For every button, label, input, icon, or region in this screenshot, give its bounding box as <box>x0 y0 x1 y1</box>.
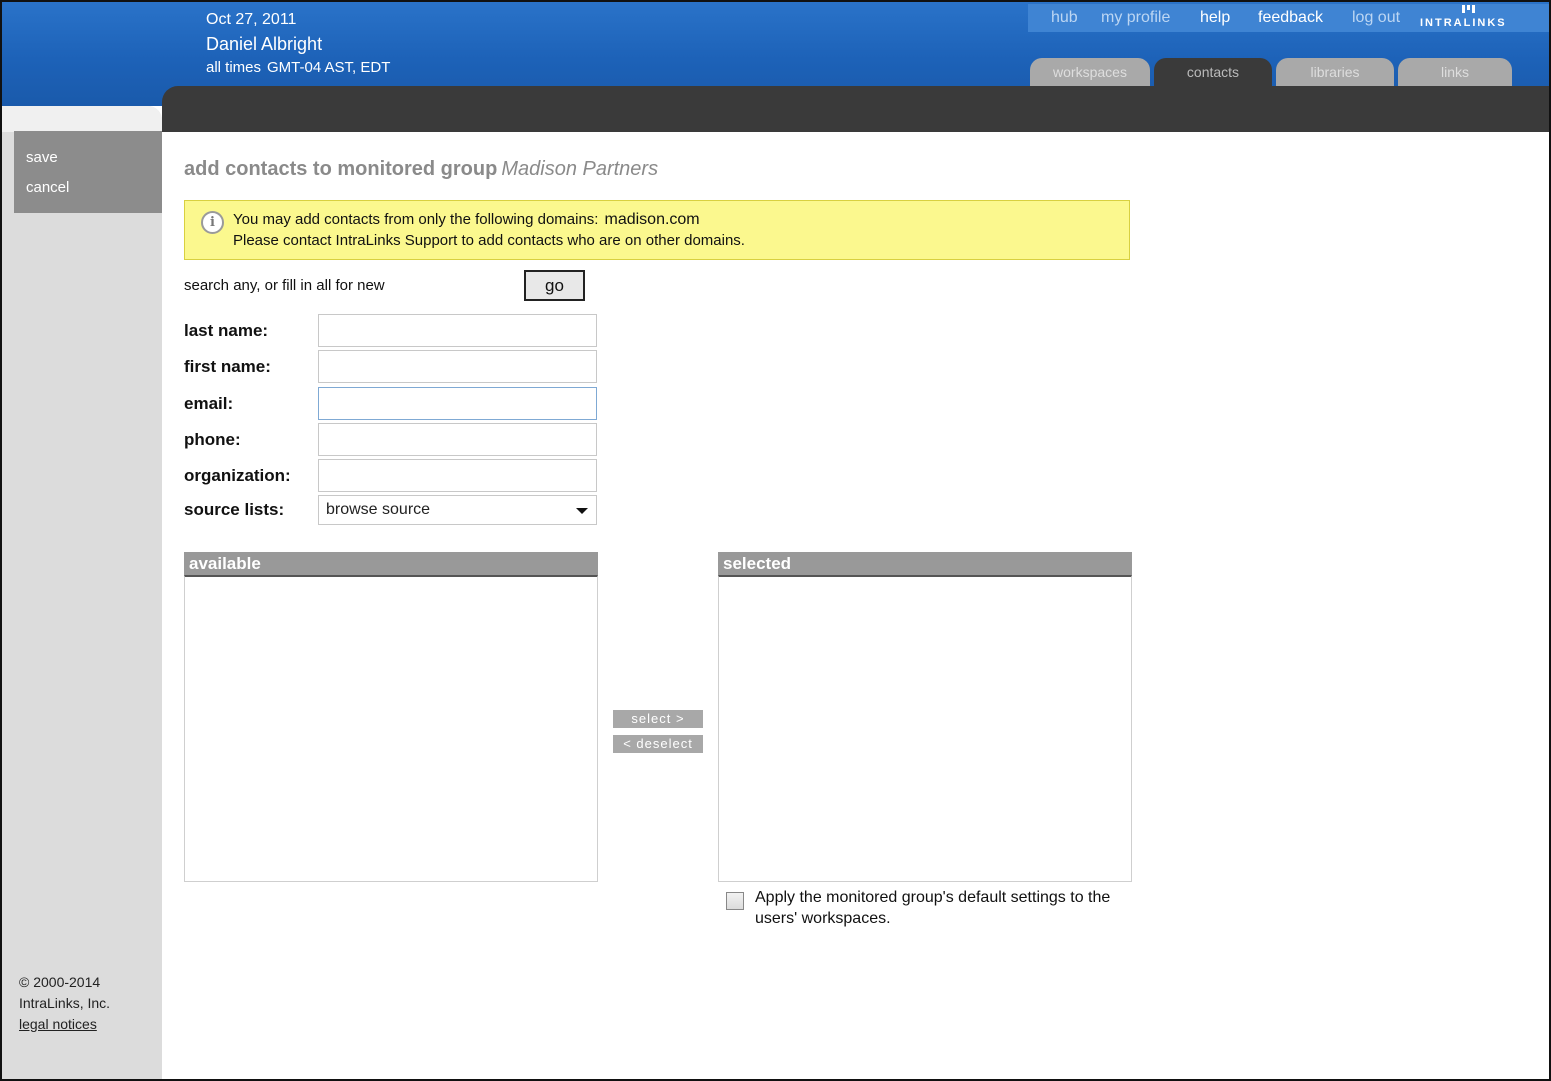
nav-log-out-link[interactable]: log out <box>1352 9 1400 27</box>
sidebar-actions: save cancel <box>14 131 162 213</box>
organization-label: organization: <box>184 466 291 485</box>
nav-help-link[interactable]: help <box>1200 9 1230 27</box>
logo-mark-icon <box>1462 5 1476 13</box>
timezone-value: GMT-04 AST, EDT <box>267 59 391 76</box>
logo-text: INTRALINKS <box>1420 17 1507 29</box>
tab-workspaces[interactable]: workspaces <box>1030 58 1150 88</box>
source-lists-value: browse source <box>326 501 431 518</box>
tab-libraries[interactable]: libraries <box>1276 58 1394 88</box>
page-title: add contacts to monitored group Madison P… <box>184 158 658 181</box>
legal-notices-link[interactable]: legal notices <box>19 1014 110 1035</box>
nav-hub-link[interactable]: hub <box>1051 9 1078 27</box>
group-name: Madison Partners <box>501 158 659 180</box>
first-name-label: first name: <box>184 357 271 376</box>
notice-text: You may add contacts from only the follo… <box>233 211 599 228</box>
user-name: Daniel Albright <box>206 34 323 54</box>
notice-line-1: You may add contacts from only the follo… <box>233 211 700 229</box>
last-name-label: last name: <box>184 321 269 340</box>
select-button[interactable]: select > <box>613 710 703 728</box>
current-date: Oct 27, 2011 <box>206 11 297 28</box>
page-title-text: add contacts to monitored group <box>184 158 498 180</box>
save-button[interactable]: save <box>26 149 58 166</box>
tab-links[interactable]: links <box>1398 58 1512 88</box>
allowed-domain: madison.com <box>604 211 700 228</box>
company-name: IntraLinks, Inc. <box>19 995 111 1011</box>
header-info: Oct 27, 2011 Daniel Albright all times GM… <box>206 10 390 78</box>
info-icon: i <box>201 211 224 234</box>
email-input[interactable] <box>318 387 597 420</box>
last-name-input[interactable] <box>318 314 597 347</box>
app-frame: Oct 27, 2011 Daniel Albright all times GM… <box>0 0 1551 1081</box>
nav-feedback-link[interactable]: feedback <box>1258 9 1323 27</box>
intralinks-logo: INTRALINKS <box>1420 5 1518 31</box>
domain-notice: i You may add contacts from only the fol… <box>184 200 1130 260</box>
chevron-down-icon <box>576 508 588 514</box>
selected-list[interactable] <box>718 575 1132 882</box>
available-list[interactable] <box>184 575 598 882</box>
source-lists-select[interactable]: browse source <box>318 495 597 525</box>
go-button[interactable]: go <box>524 270 585 301</box>
apply-defaults-checkbox[interactable] <box>726 892 744 910</box>
apply-defaults-label: Apply the monitored group's default sett… <box>755 889 1111 927</box>
tab-contacts[interactable]: contacts <box>1154 58 1272 88</box>
selected-header: selected <box>718 552 1132 576</box>
notice-line-2: Please contact IntraLinks Support to add… <box>233 232 745 249</box>
deselect-button[interactable]: < deselect <box>613 735 703 753</box>
cancel-button[interactable]: cancel <box>26 179 69 196</box>
organization-input[interactable] <box>318 459 597 492</box>
timezone: all times GMT-04 AST, EDT <box>206 58 390 78</box>
first-name-input[interactable] <box>318 350 597 383</box>
nav-my-profile-link[interactable]: my profile <box>1101 9 1170 27</box>
search-hint: search any, or fill in all for new <box>184 277 385 294</box>
main-content: add contacts to monitored group Madison P… <box>162 132 1549 1079</box>
email-label: email: <box>184 394 234 413</box>
source-lists-label: source lists: <box>184 500 285 519</box>
copyright: © 2000-2014 <box>19 974 101 990</box>
top-nav: hub my profile help feedback log out INT… <box>1028 4 1549 32</box>
sidebar-top <box>2 106 162 132</box>
phone-input[interactable] <box>318 423 597 456</box>
timezone-label: all times <box>206 59 262 76</box>
subheader-bar <box>162 86 1549 132</box>
phone-label: phone: <box>184 430 241 449</box>
footer: © 2000-2014 IntraLinks, Inc. legal notic… <box>19 972 110 1035</box>
sidebar: save cancel © 2000-2014 IntraLinks, Inc.… <box>2 106 162 1079</box>
available-header: available <box>184 552 598 576</box>
